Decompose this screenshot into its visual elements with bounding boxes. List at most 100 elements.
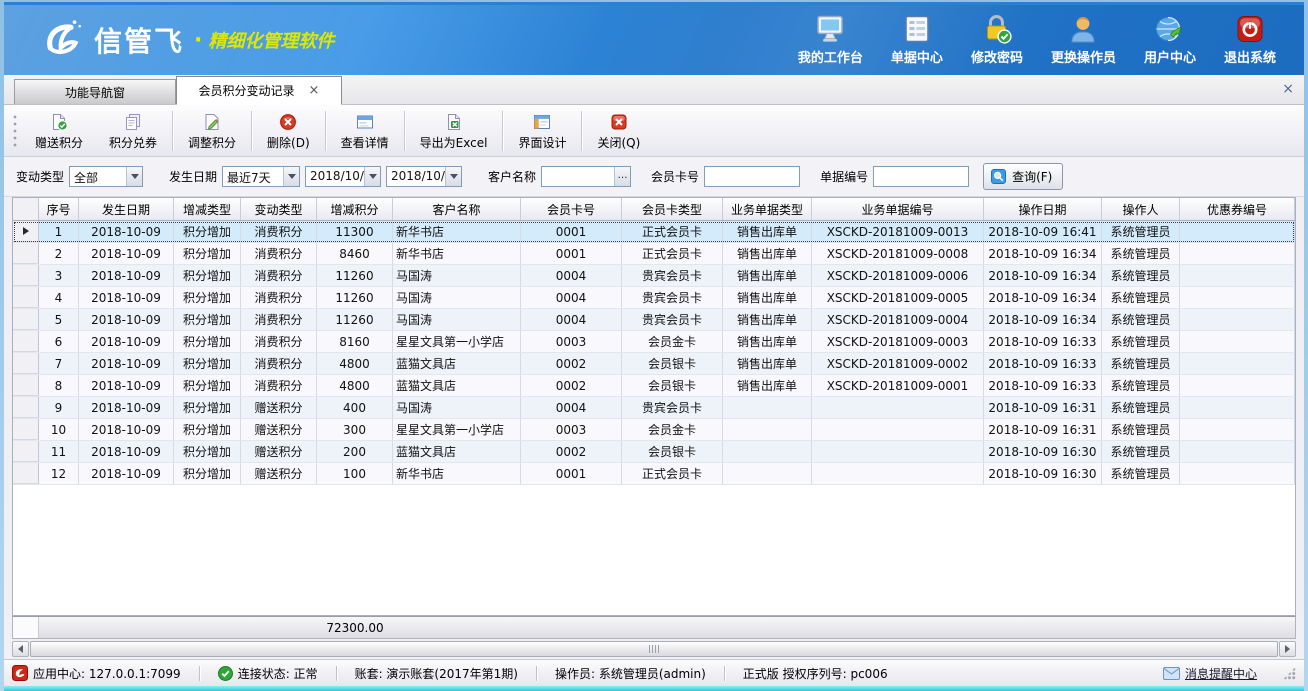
date-to-select[interactable]: 2018/10/9 xyxy=(386,166,462,187)
table-row[interactable]: 62018-10-09积分增加消费积分8160星星文具第一小学店0003会员金卡… xyxy=(13,331,1295,353)
dropdown-button[interactable] xyxy=(364,167,380,186)
dropdown-button[interactable] xyxy=(283,167,299,186)
toolbar-button-label: 导出为Excel xyxy=(420,134,488,151)
scroll-left-button[interactable] xyxy=(12,641,29,657)
row-selector-cell[interactable] xyxy=(13,353,39,374)
column-header[interactable]: 业务单据编号 xyxy=(812,198,984,220)
quick-action-user-center[interactable]: 用户中心 xyxy=(1144,14,1196,66)
password-lock-icon xyxy=(982,14,1012,44)
table-row[interactable]: 122018-10-09积分增加赠送积分100新华书店0001正式会员卡2018… xyxy=(13,463,1295,485)
ui-design-button[interactable]: 界面设计 xyxy=(505,108,579,154)
app-center-status: 应用中心: 127.0.0.1:7099 xyxy=(12,665,181,682)
tab-close-icon[interactable]: × xyxy=(309,83,320,98)
connection-text: 连接状态: 正常 xyxy=(238,665,318,682)
dropdown-button[interactable] xyxy=(126,167,142,186)
toolbar-button-label: 调整积分 xyxy=(188,134,236,151)
tabstrip-close-icon[interactable]: × xyxy=(1282,81,1294,97)
row-selector-cell[interactable] xyxy=(13,397,39,418)
cell xyxy=(723,397,812,418)
table-row[interactable]: 12018-10-09积分增加消费积分11300新华书店0001正式会员卡销售出… xyxy=(13,221,1295,243)
quick-action-my-workbench[interactable]: 我的工作台 xyxy=(798,14,863,66)
row-selector-cell[interactable] xyxy=(13,463,39,484)
table-row[interactable]: 112018-10-09积分增加赠送积分200蓝猫文具店0002会员银卡2018… xyxy=(13,441,1295,463)
column-header[interactable]: 发生日期 xyxy=(79,198,174,220)
row-selector-cell[interactable] xyxy=(13,243,39,264)
view-details-button[interactable]: 查看详情 xyxy=(328,108,402,154)
row-selector-cell[interactable] xyxy=(13,419,39,440)
cell: 销售出库单 xyxy=(723,287,812,308)
points-to-coupon-icon xyxy=(124,113,142,132)
column-header[interactable]: 会员卡号 xyxy=(521,198,622,220)
table-row[interactable]: 72018-10-09积分增加消费积分4800蓝猫文具店0002会员银卡销售出库… xyxy=(13,353,1295,375)
customer-input[interactable] xyxy=(542,167,614,186)
quick-action-switch-operator[interactable]: 更换操作员 xyxy=(1051,14,1116,66)
scrollbar-track[interactable] xyxy=(30,641,1278,657)
close-button[interactable]: 关闭(Q) xyxy=(584,108,653,154)
row-selector-cell[interactable] xyxy=(13,287,39,308)
customer-browse-button[interactable]: … xyxy=(614,167,630,186)
message-center-link[interactable]: 消息提醒中心 xyxy=(1163,665,1257,682)
tab-function-navigator[interactable]: 功能导航窗 xyxy=(14,79,176,104)
column-header[interactable]: 会员卡类型 xyxy=(622,198,723,220)
quick-action-change-password[interactable]: 修改密码 xyxy=(971,14,1023,66)
scroll-right-button[interactable] xyxy=(1279,641,1296,657)
cell: 0002 xyxy=(521,375,622,396)
row-selector-cell[interactable] xyxy=(13,441,39,462)
cell: 2018-10-09 16:34 xyxy=(984,287,1102,308)
tab-member-points-record[interactable]: 会员积分变动记录 × xyxy=(176,76,342,105)
cell: 正式会员卡 xyxy=(622,221,723,242)
change-type-select[interactable]: 全部 xyxy=(69,166,143,187)
column-header[interactable]: 操作日期 xyxy=(984,198,1102,220)
row-selector-cell[interactable] xyxy=(13,265,39,286)
points-to-coupon-button[interactable]: 积分兑券 xyxy=(96,108,170,154)
column-header[interactable]: 序号 xyxy=(39,198,79,220)
resize-grip-icon[interactable] xyxy=(1283,667,1296,680)
dropdown-button[interactable] xyxy=(445,167,461,186)
cell xyxy=(1180,243,1295,264)
cell: 2018-10-09 xyxy=(79,353,174,374)
toolbar-button-label: 界面设计 xyxy=(518,134,566,151)
view-details-icon xyxy=(356,113,374,132)
documents-icon xyxy=(903,14,931,44)
window-bottom-accent xyxy=(4,686,1304,691)
column-header[interactable]: 客户名称 xyxy=(393,198,521,220)
column-header[interactable]: 增减积分 xyxy=(317,198,393,220)
card-no-input[interactable] xyxy=(705,167,799,186)
cell: 300 xyxy=(317,419,393,440)
exit-power-icon xyxy=(1236,14,1264,44)
column-header[interactable]: 优惠券编号 xyxy=(1180,198,1295,220)
tab-label: 会员积分变动记录 xyxy=(199,82,295,99)
quick-action-document-center[interactable]: 单据中心 xyxy=(891,14,943,66)
cell xyxy=(1180,397,1295,418)
message-center-label: 消息提醒中心 xyxy=(1185,665,1257,682)
ui-design-icon xyxy=(533,113,551,132)
row-selector-cell[interactable] xyxy=(13,331,39,352)
search-button[interactable]: 查询(F) xyxy=(983,163,1063,190)
column-header[interactable]: 操作人 xyxy=(1102,198,1180,220)
date-range-select[interactable]: 最近7天 xyxy=(222,166,300,187)
cell xyxy=(723,419,812,440)
table-row[interactable]: 82018-10-09积分增加消费积分4800蓝猫文具店0002会员银卡销售出库… xyxy=(13,375,1295,397)
scrollbar-thumb[interactable] xyxy=(30,641,1278,657)
quick-action-exit-system[interactable]: 退出系统 xyxy=(1224,14,1276,66)
delete-button[interactable]: 删除(D) xyxy=(254,108,323,154)
doc-no-input[interactable] xyxy=(874,167,968,186)
column-header[interactable]: 业务单据类型 xyxy=(723,198,812,220)
table-row[interactable]: 22018-10-09积分增加消费积分8460新华书店0001正式会员卡销售出库… xyxy=(13,243,1295,265)
table-row[interactable]: 102018-10-09积分增加赠送积分300星星文具第一小学店0003会员金卡… xyxy=(13,419,1295,441)
column-header[interactable]: 变动类型 xyxy=(241,198,317,220)
export-excel-button[interactable]: 导出为Excel xyxy=(407,108,501,154)
row-selector-cell[interactable] xyxy=(13,309,39,330)
table-row[interactable]: 42018-10-09积分增加消费积分11260马国涛0004贵宾会员卡销售出库… xyxy=(13,287,1295,309)
gift-points-button[interactable]: 赠送积分 xyxy=(22,108,96,154)
row-selector-cell[interactable] xyxy=(13,375,39,396)
table-row[interactable]: 92018-10-09积分增加赠送积分400马国涛0004贵宾会员卡2018-1… xyxy=(13,397,1295,419)
row-selector-cell[interactable] xyxy=(13,221,39,242)
toolbar-grip-icon[interactable] xyxy=(12,113,18,149)
table-row[interactable]: 52018-10-09积分增加消费积分11260马国涛0004贵宾会员卡销售出库… xyxy=(13,309,1295,331)
adjust-points-button[interactable]: 调整积分 xyxy=(175,108,249,154)
cell: 4800 xyxy=(317,375,393,396)
table-row[interactable]: 32018-10-09积分增加消费积分11260马国涛0004贵宾会员卡销售出库… xyxy=(13,265,1295,287)
date-from-select[interactable]: 2018/10/2 xyxy=(305,166,381,187)
column-header[interactable]: 增减类型 xyxy=(174,198,241,220)
